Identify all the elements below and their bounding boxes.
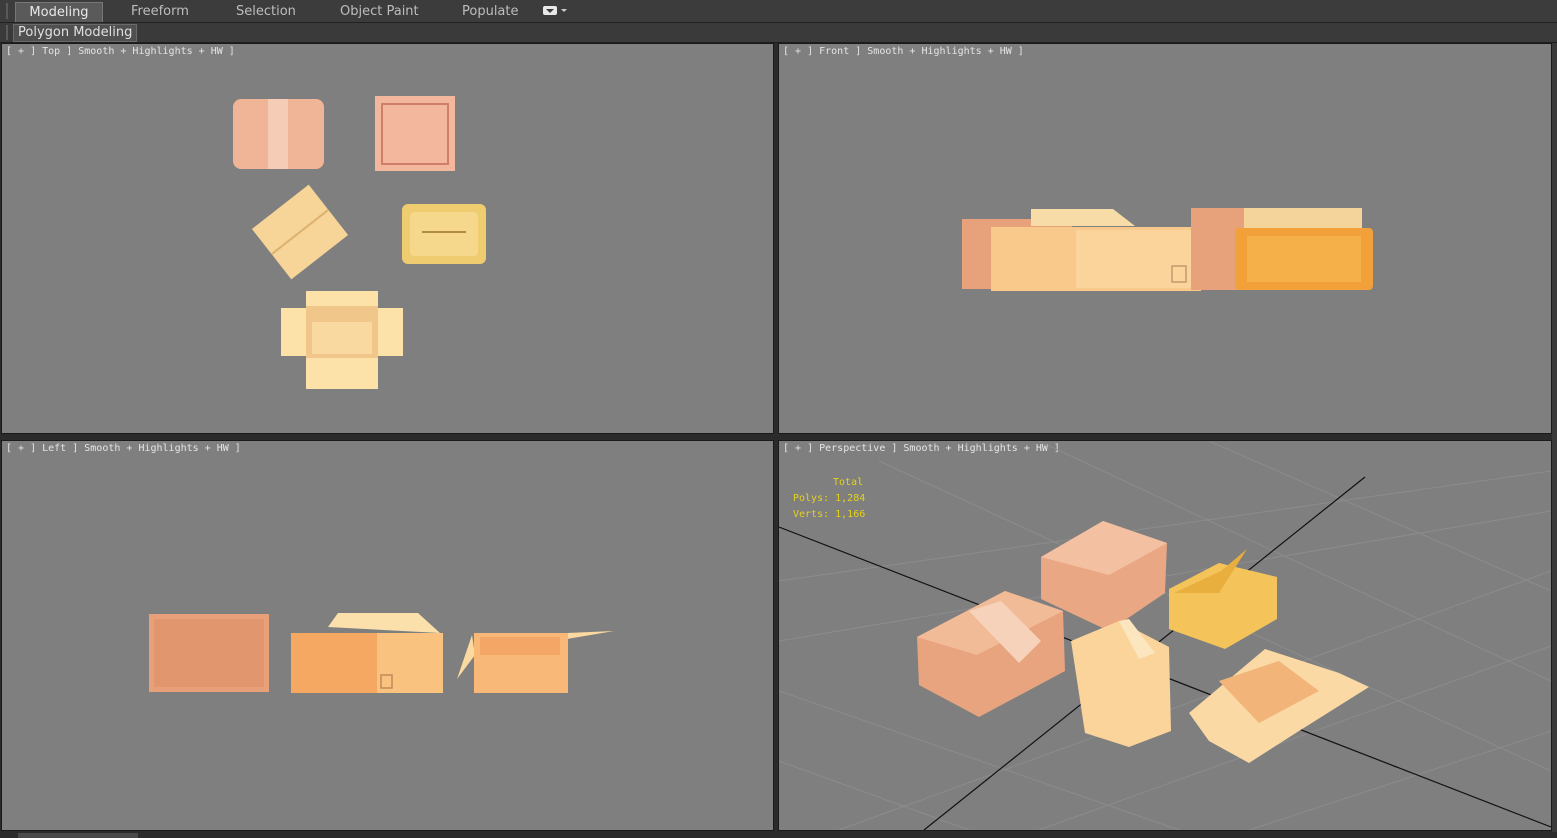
front-box-orange-face bbox=[1247, 236, 1361, 282]
viewport-perspective[interactable]: [ + ] Perspective ] Smooth + Highlights … bbox=[778, 440, 1552, 831]
viewport-left[interactable]: [ + ] Left ] Smooth + Highlights + HW ] bbox=[1, 440, 774, 831]
status-bar bbox=[0, 832, 1557, 838]
viewport-front[interactable]: [ + ] Front ] Smooth + Highlights + HW ] bbox=[778, 43, 1552, 434]
ribbon-panel: Polygon Modeling bbox=[0, 23, 1557, 43]
left-open-flap-left bbox=[457, 635, 475, 679]
polygon-modeling-button[interactable]: Polygon Modeling bbox=[13, 24, 138, 42]
display-options-icon bbox=[543, 6, 557, 15]
time-slider[interactable] bbox=[18, 833, 138, 838]
box-top-yellow-inner bbox=[410, 212, 478, 256]
front-box-face bbox=[1076, 230, 1196, 288]
ribbon-grip[interactable] bbox=[6, 3, 8, 19]
front-top-flap bbox=[1244, 208, 1362, 230]
perspective-scene bbox=[779, 441, 1551, 830]
left-box-open-inner bbox=[480, 637, 560, 655]
box-top-open-floor bbox=[312, 322, 372, 354]
box-top-rotated bbox=[251, 184, 349, 280]
front-view-scene bbox=[962, 208, 1373, 291]
tab-object-paint[interactable]: Object Paint bbox=[340, 2, 419, 21]
ribbon-options-dropdown[interactable] bbox=[543, 6, 567, 18]
left-flap bbox=[328, 613, 440, 633]
tab-modeling[interactable]: Modeling bbox=[15, 2, 103, 22]
left-box-orange-side bbox=[377, 633, 443, 693]
left-view-scene bbox=[149, 613, 614, 693]
top-view-scene bbox=[233, 96, 486, 389]
panel-grip[interactable] bbox=[6, 25, 8, 40]
front-flap bbox=[1031, 209, 1135, 226]
tab-populate[interactable]: Populate bbox=[462, 2, 519, 21]
grid bbox=[779, 441, 1551, 830]
viewport-top[interactable]: [ + ] Top ] Smooth + Highlights + HW ] bbox=[1, 43, 774, 434]
left-open-flap-right bbox=[567, 631, 614, 639]
left-box-pink-face bbox=[154, 619, 264, 687]
ribbon-tab-bar: Modeling Freeform Selection Object Paint… bbox=[0, 0, 1557, 23]
tape-strip bbox=[268, 99, 288, 169]
tab-selection[interactable]: Selection bbox=[236, 2, 296, 21]
tab-freeform[interactable]: Freeform bbox=[131, 2, 189, 21]
chevron-down-icon bbox=[561, 9, 567, 12]
viewport-right-edge bbox=[1552, 43, 1557, 838]
box-top-frame bbox=[375, 96, 455, 171]
persp-box-tall bbox=[1071, 621, 1171, 747]
